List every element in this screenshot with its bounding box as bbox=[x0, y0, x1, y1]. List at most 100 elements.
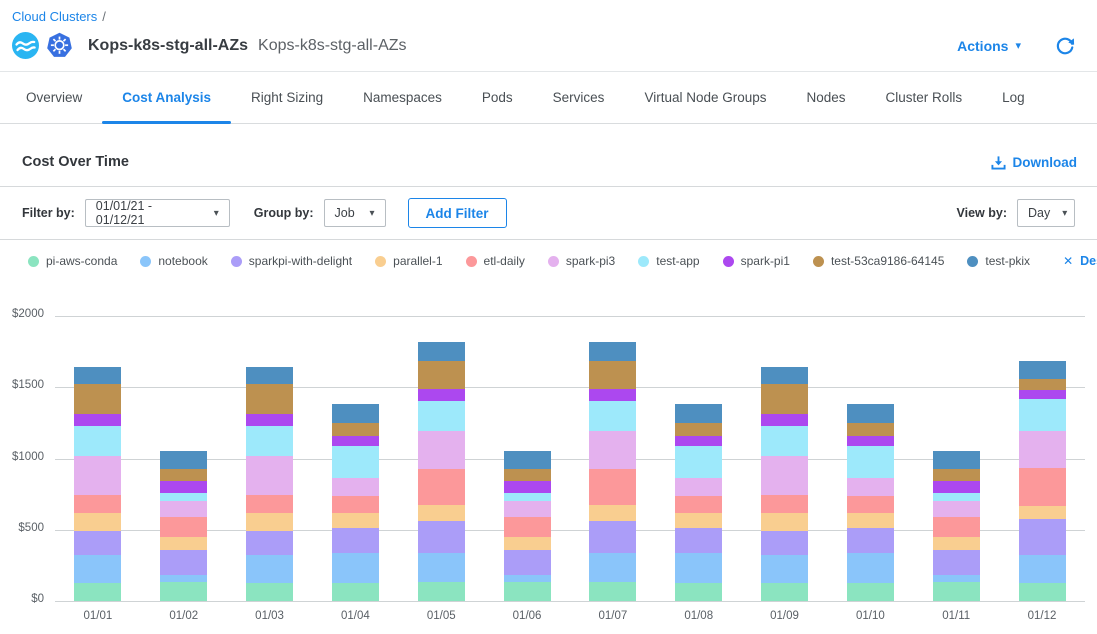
bar-segment-spark-pi3[interactable] bbox=[332, 478, 379, 495]
bar-segment-notebook[interactable] bbox=[74, 555, 121, 584]
bar-segment-notebook[interactable] bbox=[761, 555, 808, 584]
download-button[interactable]: Download bbox=[991, 155, 1078, 170]
bar-segment-sparkpi-with-delight[interactable] bbox=[504, 550, 551, 575]
breadcrumb-link-cloud-clusters[interactable]: Cloud Clusters bbox=[12, 9, 97, 24]
bar-segment-test-pkix[interactable] bbox=[160, 451, 207, 469]
bar-segment-pi-aws-conda[interactable] bbox=[504, 582, 551, 601]
bar-segment-test-app[interactable] bbox=[675, 446, 722, 478]
bar-segment-spark-pi3[interactable] bbox=[74, 456, 121, 495]
bar-segment-spark-pi3[interactable] bbox=[1019, 431, 1066, 469]
bar-segment-pi-aws-conda[interactable] bbox=[761, 583, 808, 601]
bar-segment-spark-pi1[interactable] bbox=[332, 436, 379, 447]
bar-segment-test-app[interactable] bbox=[74, 426, 121, 456]
bar-segment-notebook[interactable] bbox=[160, 575, 207, 583]
tab-cluster-rolls[interactable]: Cluster Rolls bbox=[866, 72, 983, 123]
bar-segment-test-pkix[interactable] bbox=[847, 404, 894, 423]
bar-segment-test-53ca9186-64145[interactable] bbox=[847, 423, 894, 436]
bar-segment-sparkpi-with-delight[interactable] bbox=[761, 531, 808, 555]
bar-segment-sparkpi-with-delight[interactable] bbox=[74, 531, 121, 555]
bar-segment-test-app[interactable] bbox=[160, 493, 207, 500]
bar-segment-spark-pi1[interactable] bbox=[160, 481, 207, 494]
bar-segment-pi-aws-conda[interactable] bbox=[675, 583, 722, 601]
bar-segment-notebook[interactable] bbox=[1019, 555, 1066, 584]
tab-pods[interactable]: Pods bbox=[462, 72, 533, 123]
bar-segment-spark-pi3[interactable] bbox=[933, 501, 980, 517]
bar-segment-etl-daily[interactable] bbox=[160, 517, 207, 537]
bar-segment-test-53ca9186-64145[interactable] bbox=[418, 361, 465, 390]
bar-segment-etl-daily[interactable] bbox=[589, 469, 636, 505]
bar-segment-spark-pi1[interactable] bbox=[246, 414, 293, 426]
bar-segment-notebook[interactable] bbox=[847, 553, 894, 583]
bar-segment-notebook[interactable] bbox=[418, 553, 465, 582]
bar-segment-test-pkix[interactable] bbox=[1019, 361, 1066, 379]
deselect-all-button[interactable]: ✕Deselect All bbox=[1063, 254, 1097, 268]
bar-segment-sparkpi-with-delight[interactable] bbox=[847, 528, 894, 554]
bar-segment-test-pkix[interactable] bbox=[74, 367, 121, 384]
bar-segment-spark-pi1[interactable] bbox=[418, 389, 465, 400]
bar-segment-pi-aws-conda[interactable] bbox=[418, 582, 465, 601]
legend-item-etl-daily[interactable]: etl-daily bbox=[466, 254, 525, 268]
add-filter-button[interactable]: Add Filter bbox=[408, 198, 507, 228]
bar-segment-parallel-1[interactable] bbox=[418, 505, 465, 521]
bar-segment-test-app[interactable] bbox=[589, 401, 636, 432]
bar-segment-parallel-1[interactable] bbox=[74, 513, 121, 531]
bar-stack[interactable] bbox=[332, 404, 379, 601]
legend-item-test-53ca9186-64145[interactable]: test-53ca9186-64145 bbox=[813, 254, 944, 268]
bar-segment-test-53ca9186-64145[interactable] bbox=[761, 384, 808, 414]
actions-button[interactable]: Actions ▾ bbox=[957, 38, 1021, 54]
bar-segment-pi-aws-conda[interactable] bbox=[933, 582, 980, 601]
bar-segment-pi-aws-conda[interactable] bbox=[160, 582, 207, 601]
bar-segment-spark-pi1[interactable] bbox=[589, 389, 636, 400]
bar-segment-test-app[interactable] bbox=[933, 493, 980, 500]
bar-segment-test-app[interactable] bbox=[504, 493, 551, 500]
tab-nodes[interactable]: Nodes bbox=[787, 72, 866, 123]
legend-item-parallel-1[interactable]: parallel-1 bbox=[375, 254, 442, 268]
bar-segment-etl-daily[interactable] bbox=[74, 495, 121, 514]
bar-segment-parallel-1[interactable] bbox=[675, 513, 722, 527]
bar-segment-pi-aws-conda[interactable] bbox=[847, 583, 894, 601]
bar-segment-spark-pi3[interactable] bbox=[761, 456, 808, 495]
bar-segment-test-53ca9186-64145[interactable] bbox=[675, 423, 722, 436]
bar-stack[interactable] bbox=[74, 367, 121, 601]
legend-item-spark-pi1[interactable]: spark-pi1 bbox=[723, 254, 790, 268]
bar-segment-test-53ca9186-64145[interactable] bbox=[1019, 379, 1066, 390]
bar-segment-spark-pi1[interactable] bbox=[933, 481, 980, 494]
bar-segment-spark-pi1[interactable] bbox=[74, 414, 121, 426]
bar-segment-test-53ca9186-64145[interactable] bbox=[933, 469, 980, 480]
bar-segment-sparkpi-with-delight[interactable] bbox=[332, 528, 379, 554]
bar-segment-test-53ca9186-64145[interactable] bbox=[246, 384, 293, 414]
bar-stack[interactable] bbox=[847, 404, 894, 601]
bar-stack[interactable] bbox=[675, 404, 722, 601]
bar-segment-spark-pi1[interactable] bbox=[761, 414, 808, 426]
bar-segment-test-pkix[interactable] bbox=[589, 342, 636, 361]
bar-segment-test-pkix[interactable] bbox=[332, 404, 379, 423]
bar-segment-test-app[interactable] bbox=[332, 446, 379, 478]
bar-segment-spark-pi3[interactable] bbox=[246, 456, 293, 495]
tab-services[interactable]: Services bbox=[533, 72, 625, 123]
bar-segment-etl-daily[interactable] bbox=[847, 496, 894, 514]
bar-segment-spark-pi3[interactable] bbox=[418, 431, 465, 469]
bar-segment-test-53ca9186-64145[interactable] bbox=[589, 361, 636, 390]
tab-log[interactable]: Log bbox=[982, 72, 1045, 123]
bar-segment-spark-pi3[interactable] bbox=[504, 501, 551, 517]
bar-segment-pi-aws-conda[interactable] bbox=[1019, 583, 1066, 601]
bar-segment-test-pkix[interactable] bbox=[761, 367, 808, 384]
tab-virtual-node-groups[interactable]: Virtual Node Groups bbox=[624, 72, 786, 123]
bar-segment-spark-pi3[interactable] bbox=[589, 431, 636, 469]
bar-segment-sparkpi-with-delight[interactable] bbox=[675, 528, 722, 554]
bar-segment-test-53ca9186-64145[interactable] bbox=[332, 423, 379, 436]
legend-item-pi-aws-conda[interactable]: pi-aws-conda bbox=[28, 254, 117, 268]
view-by-dropdown[interactable]: Day ▾ bbox=[1017, 199, 1075, 227]
bar-segment-test-53ca9186-64145[interactable] bbox=[504, 469, 551, 480]
bar-segment-etl-daily[interactable] bbox=[332, 496, 379, 514]
bar-segment-test-app[interactable] bbox=[246, 426, 293, 456]
bar-segment-pi-aws-conda[interactable] bbox=[74, 583, 121, 601]
bar-segment-test-pkix[interactable] bbox=[504, 451, 551, 469]
tab-namespaces[interactable]: Namespaces bbox=[343, 72, 462, 123]
bar-segment-parallel-1[interactable] bbox=[160, 537, 207, 550]
bar-segment-spark-pi1[interactable] bbox=[675, 436, 722, 447]
bar-stack[interactable] bbox=[504, 451, 551, 601]
tab-right-sizing[interactable]: Right Sizing bbox=[231, 72, 343, 123]
bar-segment-test-pkix[interactable] bbox=[418, 342, 465, 361]
bar-segment-pi-aws-conda[interactable] bbox=[589, 582, 636, 601]
